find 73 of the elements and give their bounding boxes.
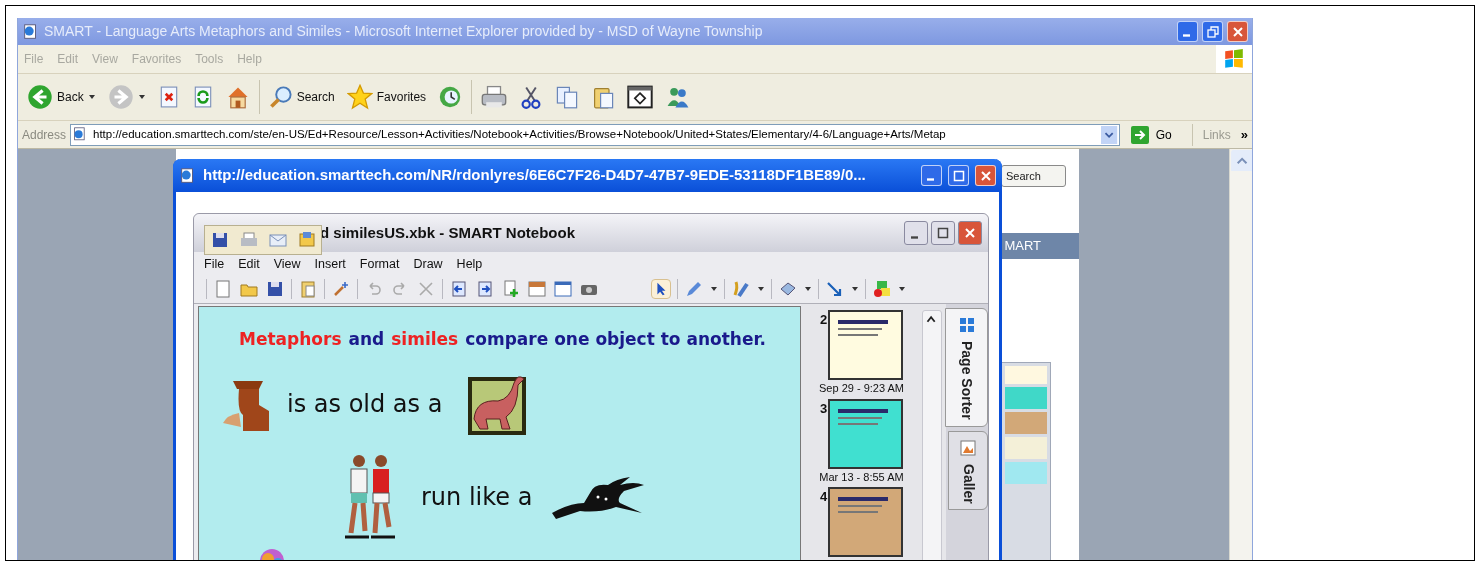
screen-shade-icon bbox=[527, 278, 547, 299]
maximize-icon bbox=[952, 169, 965, 182]
menu-item[interactable]: Edit bbox=[238, 254, 260, 274]
star-icon bbox=[346, 84, 373, 110]
blank-page-icon bbox=[213, 278, 233, 299]
page-thumbnail[interactable] bbox=[828, 310, 903, 380]
menu-item[interactable]: Draw bbox=[413, 254, 443, 274]
popup-title: http://education.smarttech.com/NR/rdonlyres/6E6C7F26-D4D7-47B7-9EDE-53118DF1BE89/0... bbox=[203, 165, 867, 186]
heading-word: Metaphors bbox=[239, 328, 342, 351]
address-field[interactable]: http://education.smarttech.com/ste/en-US/Ed+Resource/Lesson+Activities/Notebook+Activities/Browse+Notebook/United+States/Elementary/4-6/Language+Arts/Metap bbox=[70, 123, 1120, 146]
more-chevron[interactable]: » bbox=[1240, 124, 1248, 145]
search-icon bbox=[268, 85, 293, 109]
page-number: 3 bbox=[820, 399, 828, 418]
arrow-right-icon bbox=[1129, 124, 1150, 145]
picture-icon bbox=[958, 437, 978, 458]
minimize-icon bbox=[1182, 34, 1190, 37]
menu-item[interactable]: File bbox=[204, 254, 225, 274]
favorites-button[interactable]: Favorites bbox=[343, 84, 430, 110]
previous-page-icon bbox=[449, 278, 469, 299]
search-button[interactable]: Search bbox=[1001, 165, 1066, 187]
close-icon bbox=[1231, 25, 1244, 38]
menu-item[interactable]: Help bbox=[456, 254, 483, 274]
minimize-button[interactable] bbox=[904, 221, 928, 245]
caret-icon bbox=[137, 93, 146, 101]
shapes-icon bbox=[872, 278, 892, 299]
menu-item[interactable]: Format bbox=[359, 254, 400, 274]
clipboard-icon bbox=[298, 278, 318, 299]
minimize-icon bbox=[926, 178, 934, 181]
caret-icon bbox=[757, 284, 765, 293]
minimize-icon bbox=[911, 235, 918, 239]
page-date: Mar 13 - 8:55 AM bbox=[819, 469, 904, 485]
caret-icon bbox=[851, 284, 859, 293]
scrollbar[interactable] bbox=[1229, 149, 1252, 560]
maximize-icon bbox=[937, 227, 949, 239]
page-date: Sep 29 - 9:23 AM bbox=[819, 381, 904, 396]
scroll-up-icon[interactable] bbox=[1230, 149, 1252, 171]
search-button[interactable]: Search bbox=[265, 85, 338, 109]
maximize-button[interactable] bbox=[931, 221, 955, 245]
heading-word: compare one object to another. bbox=[465, 328, 766, 351]
go-button[interactable]: Go bbox=[1123, 124, 1178, 145]
next-page-icon bbox=[475, 278, 495, 299]
menu-item[interactable]: Insert bbox=[314, 254, 346, 274]
nav-text: MART bbox=[1004, 237, 1041, 256]
copy-icon bbox=[555, 85, 580, 109]
side-tab[interactable]: Page Sorter bbox=[945, 308, 988, 427]
windows-flag-icon bbox=[1223, 48, 1245, 70]
caret-icon bbox=[710, 284, 718, 293]
back-button[interactable]: Back bbox=[24, 84, 99, 110]
caret-icon bbox=[87, 93, 96, 101]
page-number: 2 bbox=[820, 311, 828, 329]
sorter-scrollbar[interactable] bbox=[922, 310, 942, 560]
heading-word: and bbox=[348, 328, 385, 351]
sentence-text: run like a bbox=[421, 481, 533, 513]
page-thumbnail[interactable] bbox=[828, 487, 903, 557]
add-page-icon bbox=[501, 278, 521, 299]
close-button[interactable] bbox=[958, 221, 982, 245]
restore-button[interactable] bbox=[1202, 21, 1223, 42]
clock-icon bbox=[438, 85, 463, 109]
close-icon bbox=[979, 169, 992, 182]
clipboard-icon bbox=[591, 85, 616, 109]
page-number: 4 bbox=[820, 488, 828, 506]
menu-item[interactable]: View bbox=[273, 254, 301, 274]
sentence-text: is as old as a bbox=[287, 388, 443, 420]
window-icon bbox=[553, 278, 573, 299]
caret-icon bbox=[804, 284, 812, 293]
close-icon bbox=[964, 227, 976, 239]
page-thumbnail[interactable] bbox=[828, 398, 903, 469]
restore-icon bbox=[1206, 25, 1219, 38]
heading-word: similes bbox=[391, 328, 459, 351]
address-label: Address bbox=[22, 126, 67, 144]
caret-icon bbox=[898, 284, 906, 293]
window-title: SMART - Language Arts Metaphors and Similes - Microsoft Internet Explorer provided by - MSD of Wayne Township bbox=[44, 22, 764, 41]
side-tab[interactable]: Galler bbox=[948, 430, 988, 511]
